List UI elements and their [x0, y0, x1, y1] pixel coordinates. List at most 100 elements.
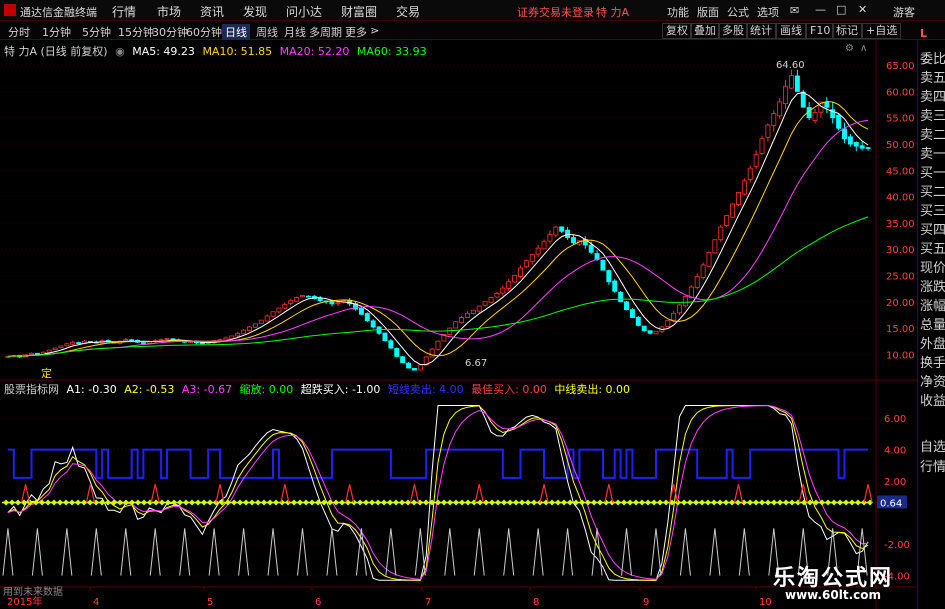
right-panel-item[interactable]: 外盘 — [920, 333, 945, 352]
zero-line-marker — [129, 499, 135, 506]
right-panel-item[interactable]: 委比 — [920, 48, 945, 67]
candle-down — [565, 229, 571, 239]
right-panel-item[interactable]: 净资 — [920, 371, 945, 390]
zero-line-marker — [495, 499, 501, 506]
candle-up — [52, 347, 58, 350]
right-panel-item[interactable]: 买五 — [920, 238, 945, 257]
login-status[interactable]: 证券交易未登录 — [517, 4, 594, 20]
right-panel-item[interactable]: 买二 — [920, 181, 945, 200]
adjust-button[interactable]: 复权 — [662, 23, 692, 39]
candle-down — [370, 320, 376, 328]
candle-up — [718, 226, 724, 241]
collapse-icon[interactable]: ∧ — [860, 43, 867, 54]
tab-60min[interactable]: 60分钟 — [186, 24, 222, 40]
menu-functions[interactable]: 功能 — [667, 4, 689, 20]
tab-30min[interactable]: 30分钟 — [152, 24, 188, 40]
settings-icon[interactable]: ⚙ — [845, 43, 854, 54]
legend-gear-icon[interactable]: ◉ — [115, 45, 125, 58]
menu-trade[interactable]: 交易 — [396, 3, 420, 20]
message-icon[interactable]: ✉ — [790, 4, 799, 17]
candle-up — [464, 312, 470, 318]
menu-quotes[interactable]: 行情 — [112, 3, 136, 20]
zero-line-marker — [633, 499, 639, 506]
menu-news[interactable]: 资讯 — [200, 3, 224, 20]
mark-button[interactable]: 标记 — [832, 23, 862, 39]
right-panel-item[interactable]: 总量 — [920, 314, 945, 333]
tab-weekly[interactable]: 周线 — [256, 24, 278, 40]
guest-label[interactable]: 游客 — [893, 4, 915, 20]
candle-up — [665, 320, 671, 327]
candle-down — [641, 325, 647, 332]
tab-15min[interactable]: 15分钟 — [118, 24, 154, 40]
tab-5min[interactable]: 5分钟 — [82, 24, 111, 40]
menu-discover[interactable]: 发现 — [243, 3, 267, 20]
zero-line-marker — [573, 499, 579, 506]
zero-line-marker — [753, 499, 759, 506]
candle-down — [600, 260, 606, 271]
candle-down — [612, 280, 618, 292]
right-panel-item[interactable]: 卖二 — [920, 124, 945, 143]
right-panel-item[interactable]: 卖一 — [920, 143, 945, 162]
right-panel-item[interactable]: 涨幅 — [920, 295, 945, 314]
menu-layout[interactable]: 版面 — [697, 4, 719, 20]
zero-line-marker — [225, 499, 231, 506]
tab-multi-period[interactable]: 多周期 — [309, 24, 342, 40]
menu-formula[interactable]: 公式 — [727, 4, 749, 20]
zero-line-marker — [705, 499, 711, 506]
right-panel-item[interactable]: 现价 — [920, 257, 945, 276]
tab-1min[interactable]: 1分钟 — [42, 24, 71, 40]
tab-daily[interactable]: 日线 — [222, 24, 250, 40]
right-panel-item[interactable]: 买一 — [920, 162, 945, 181]
right-panel-item[interactable]: 涨跌 — [920, 276, 945, 295]
menu-ask[interactable]: 问小达 — [286, 3, 322, 20]
oversold-spike — [90, 528, 102, 576]
menu-wealth[interactable]: 财富圈 — [341, 3, 377, 20]
price-tick-label: 65.00 — [886, 61, 915, 72]
right-panel-item[interactable]: 卖四 — [920, 86, 945, 105]
right-panel-item[interactable]: 买三 — [920, 200, 945, 219]
more-dropdown-icon[interactable]: ⋗ — [370, 24, 379, 37]
oversold-spike — [238, 528, 250, 576]
right-panel-item[interactable]: 换手 — [920, 352, 945, 371]
right-panel-item[interactable]: 行情 — [920, 456, 945, 475]
overlay-button[interactable]: 叠加 — [690, 23, 720, 39]
candle-down — [571, 237, 576, 244]
candle-up — [188, 341, 194, 344]
time-axis-label: 9 — [643, 597, 649, 608]
close-icon[interactable]: ✕ — [858, 3, 867, 16]
right-panel-item[interactable]: 卖三 — [920, 105, 945, 124]
zero-line-marker — [579, 499, 585, 506]
candle-up — [70, 341, 76, 345]
f10-button[interactable]: F10 — [806, 23, 835, 39]
kline-chart[interactable]: 65.00 60.00 55.00 50.00 45.00 40.00 35.00 30.00… — [0, 40, 917, 609]
zero-line-marker — [717, 499, 723, 506]
multi-stock-button[interactable]: 多股 — [718, 23, 748, 39]
ma20-line — [7, 119, 869, 357]
stats-button[interactable]: 统计 — [746, 23, 776, 39]
right-panel-item[interactable]: 自选 — [920, 436, 945, 455]
best-buy-signal — [85, 484, 96, 503]
tab-more[interactable]: 更多 — [345, 24, 367, 40]
app-title: 通达信金融终端 — [20, 6, 97, 19]
menu-options[interactable]: 选项 — [757, 4, 779, 20]
candle-up — [783, 85, 789, 105]
menu-market[interactable]: 市场 — [157, 3, 181, 20]
price-tick-label: 35.00 — [886, 219, 915, 230]
zero-line-marker — [501, 499, 507, 506]
tab-intraday[interactable]: 分时 — [8, 24, 30, 40]
best-buy-signal — [150, 484, 160, 503]
right-panel-item[interactable]: 买四 — [920, 219, 945, 238]
candle-down — [647, 330, 653, 334]
zero-line-marker — [825, 499, 831, 506]
tab-monthly[interactable]: 月线 — [284, 24, 306, 40]
oversold-spike — [473, 528, 485, 576]
right-panel-item[interactable]: 收益 — [920, 390, 945, 409]
right-panel-item[interactable]: 卖五 — [920, 67, 945, 86]
draw-line-button[interactable]: 画线 — [776, 23, 806, 39]
add-watchlist-button[interactable]: +自选 — [862, 23, 902, 39]
maximize-icon[interactable]: □ — [836, 3, 846, 16]
minimize-icon[interactable]: — — [815, 3, 826, 16]
zero-line-marker — [771, 499, 777, 506]
best-buy-signal — [21, 484, 31, 503]
zero-line-marker — [189, 499, 195, 506]
